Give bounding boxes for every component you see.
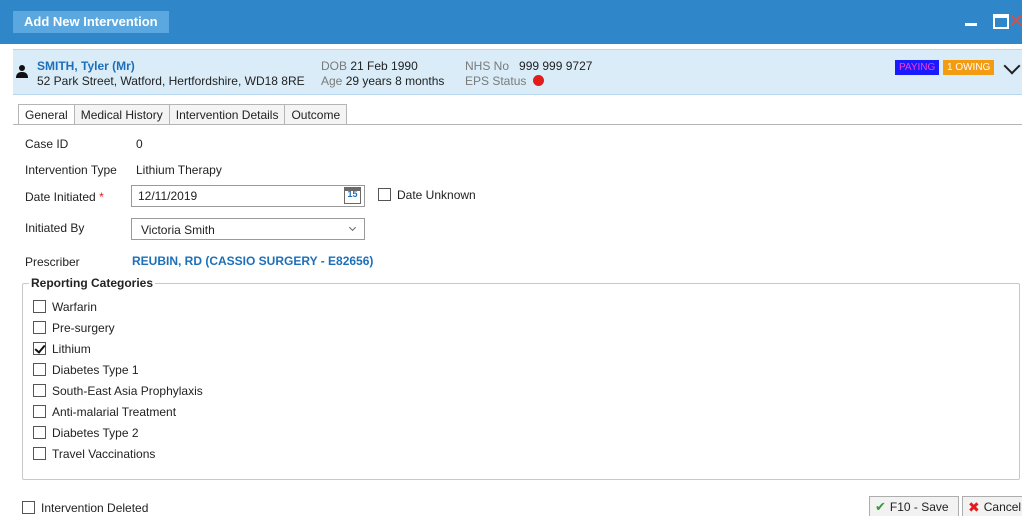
intervention-deleted-checkbox[interactable]: [22, 501, 35, 514]
pre-surgery-label: Pre-surgery: [52, 321, 115, 335]
travel-vaccinations-checkbox[interactable]: [33, 447, 46, 460]
paying-badge: PAYING: [895, 60, 940, 75]
save-button-label: F10 - Save: [889, 500, 949, 514]
cancel-button[interactable]: ✖ Cancel: [962, 496, 1022, 516]
patient-age: Age 29 years 8 months: [321, 74, 444, 88]
nhs-value: 999 999 9727: [519, 59, 593, 73]
date-initiated-input[interactable]: 12/11/2019: [131, 185, 365, 207]
tab-intervention-details[interactable]: Intervention Details: [169, 104, 286, 125]
warfarin-label: Warfarin: [52, 300, 97, 314]
intervention-deleted-label: Intervention Deleted: [41, 501, 149, 515]
intervention-type-label: Intervention Type: [25, 163, 117, 177]
prescriber-label: Prescriber: [25, 255, 80, 269]
diabetes-type-1-checkbox[interactable]: [33, 363, 46, 376]
maximize-icon[interactable]: [990, 10, 1012, 32]
reporting-categories-group: [22, 283, 1020, 480]
south-east-asia-prophylaxis-checkbox[interactable]: [33, 384, 46, 397]
intervention-type-value: Lithium Therapy: [136, 163, 222, 177]
initiated-by-label: Initiated By: [25, 221, 85, 235]
chevron-down-icon[interactable]: [1003, 58, 1022, 78]
patient-name[interactable]: SMITH, Tyler (Mr): [37, 59, 135, 73]
check-icon: ✔: [875, 499, 886, 514]
dob-label: DOB: [321, 59, 348, 73]
close-icon: ✖: [968, 498, 980, 515]
pre-surgery-checkbox[interactable]: [33, 321, 46, 334]
prescriber-link[interactable]: REUBIN, RD (CASSIO SURGERY - E82656): [132, 254, 373, 268]
owing-badge[interactable]: 1 OWING: [943, 60, 995, 75]
nhs-label: NHS No: [465, 59, 510, 73]
date-initiated-label: Date Initiated *: [25, 190, 104, 204]
diabetes-type-2-label: Diabetes Type 2: [52, 426, 139, 440]
tab-medical-history[interactable]: Medical History: [74, 104, 170, 125]
anti-malarial-treatment-checkbox[interactable]: [33, 405, 46, 418]
close-icon[interactable]: ✕: [1010, 10, 1022, 32]
eps-status-icon: [532, 75, 544, 86]
eps-label: EPS Status: [465, 74, 527, 88]
cancel-button-label: Cancel: [983, 500, 1022, 514]
person-icon: [16, 65, 28, 79]
diabetes-type-2-checkbox[interactable]: [33, 426, 46, 439]
date-initiated-label-text: Date Initiated: [25, 190, 96, 204]
date-unknown-checkbox[interactable]: [378, 188, 391, 201]
case-id-label: Case ID: [25, 137, 69, 151]
lithium-label: Lithium: [52, 342, 91, 356]
calendar-icon[interactable]: 15: [344, 187, 361, 204]
window-titlebar: Add New Intervention ✕: [0, 0, 1022, 44]
south-east-asia-prophylaxis-label: South-East Asia Prophylaxis: [52, 384, 203, 398]
age-value: 29 years 8 months: [345, 74, 445, 88]
save-button[interactable]: ✔ F10 - Save: [869, 496, 959, 516]
patient-address: 52 Park Street, Watford, Hertfordshire, …: [37, 74, 305, 88]
patient-nhs: NHS No 999 999 9727: [465, 59, 592, 73]
lithium-checkbox[interactable]: [33, 342, 46, 355]
chevron-down-icon: [348, 223, 357, 232]
tab-bar: General Medical History Intervention Det…: [18, 104, 348, 125]
reporting-categories-title: Reporting Categories: [29, 276, 156, 290]
initiated-by-value: Victoria Smith: [141, 223, 215, 237]
tab-divider: [13, 124, 1022, 125]
patient-banner: SMITH, Tyler (Mr) 52 Park Street, Watfor…: [13, 49, 1022, 95]
tab-outcome[interactable]: Outcome: [285, 104, 348, 125]
patient-eps: EPS Status: [465, 74, 544, 88]
required-marker: *: [99, 190, 104, 204]
case-id-value: 0: [136, 137, 143, 151]
initiated-by-select[interactable]: Victoria Smith: [131, 218, 365, 240]
window-title: Add New Intervention: [13, 11, 169, 33]
dob-value: 21 Feb 1990: [350, 59, 418, 73]
warfarin-checkbox[interactable]: [33, 300, 46, 313]
minimize-icon[interactable]: [960, 10, 982, 32]
patient-dob: DOB 21 Feb 1990: [321, 59, 418, 73]
travel-vaccinations-label: Travel Vaccinations: [52, 447, 156, 461]
date-unknown-label: Date Unknown: [397, 188, 476, 202]
age-label: Age: [321, 74, 343, 88]
tab-general[interactable]: General: [18, 104, 75, 125]
diabetes-type-1-label: Diabetes Type 1: [52, 363, 139, 377]
anti-malarial-treatment-label: Anti-malarial Treatment: [52, 405, 177, 419]
